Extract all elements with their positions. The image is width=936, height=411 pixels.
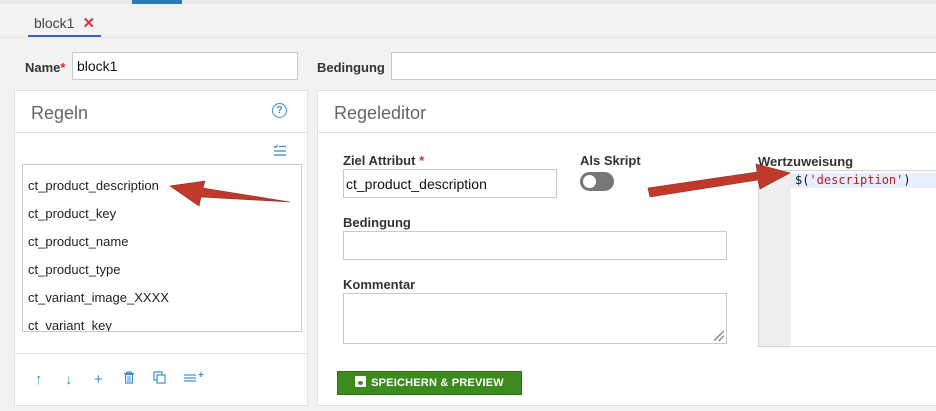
name-input[interactable] — [72, 52, 298, 80]
list-item[interactable]: ct_product_name — [23, 220, 301, 249]
plus-icon[interactable]: + — [94, 371, 103, 388]
required-mark: * — [60, 60, 66, 75]
name-label: Name* — [25, 60, 66, 75]
name-row: Name* Bedingung — [0, 46, 936, 88]
condition-label: Bedingung — [343, 215, 411, 230]
comment-textarea[interactable] — [343, 293, 727, 344]
code-gutter — [759, 171, 791, 346]
help-circle-icon[interactable]: ? — [272, 103, 287, 118]
list-add-icon[interactable] — [183, 371, 207, 388]
target-attribute-label: Ziel Attribut * — [343, 153, 425, 168]
duplicate-icon[interactable] — [153, 371, 166, 388]
rules-list[interactable]: ct_product_description ct_product_key ct… — [22, 164, 302, 332]
as-script-label: Als Skript — [580, 153, 641, 168]
arrow-down-icon[interactable]: ↓ — [65, 371, 73, 388]
condition-input[interactable] — [391, 52, 936, 80]
rules-toolbar: ↑ ↓ + — [15, 353, 307, 405]
close-icon[interactable]: ✕ — [82, 15, 95, 32]
list-check-icon[interactable] — [273, 143, 287, 159]
tab-bar: block1 ✕ — [0, 4, 936, 38]
list-item[interactable]: ct_product_description — [23, 165, 301, 193]
list-item[interactable]: ct_variant_image_XXXX — [23, 276, 301, 305]
toggle-knob — [583, 175, 596, 188]
comment-label: Kommentar — [343, 277, 416, 292]
save-preview-button[interactable]: SPEICHERN & PREVIEW — [337, 371, 522, 395]
trash-icon[interactable] — [123, 371, 135, 388]
tab-block1[interactable]: block1 ✕ — [28, 8, 102, 37]
list-item[interactable]: ct_product_type — [23, 248, 301, 277]
tab-label: block1 — [34, 15, 75, 31]
resize-grip-icon[interactable] — [714, 331, 724, 341]
floppy-disk-icon — [355, 376, 367, 387]
as-script-toggle[interactable] — [580, 172, 614, 191]
rules-panel-title: Regeln — [15, 91, 307, 133]
condition-label: Bedingung — [317, 60, 385, 75]
list-item[interactable]: ct_variant_key — [23, 304, 301, 332]
assignment-code-editor[interactable]: $('description') — [758, 170, 936, 347]
rules-panel: Regeln ? ct_product_description ct_produ… — [14, 90, 308, 406]
assignment-label: Wertzuweisung — [758, 154, 854, 169]
rule-editor-panel: Regeleditor Ziel Attribut * Als Skript W… — [317, 90, 936, 406]
condition-input[interactable] — [343, 231, 727, 260]
target-attribute-input[interactable] — [343, 169, 557, 198]
rule-editor-title: Regeleditor — [318, 91, 936, 133]
arrow-up-icon[interactable]: ↑ — [35, 371, 43, 388]
code-line[interactable]: $('description') — [791, 173, 936, 188]
list-item[interactable]: ct_product_key — [23, 192, 301, 221]
